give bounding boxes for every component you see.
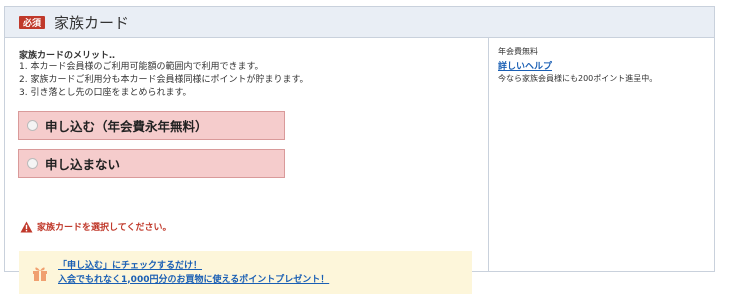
annual-fee-text: 年会費無料 — [498, 47, 538, 56]
radio-icon[interactable] — [27, 158, 38, 169]
decline-option[interactable]: 申し込まない — [18, 149, 285, 178]
merit-item: 3. 引き落とし先の口座をまとめられます。 — [19, 88, 192, 98]
promo-link-points[interactable]: 入会でもれなく1,000円分のお買物に使えるポイントプレゼント！ — [58, 273, 329, 287]
merit-item: 2. 家族カードご利用分も本カード会員様同様にポイントが貯まります。 — [19, 75, 309, 85]
apply-option[interactable]: 申し込む（年会費永年無料） — [18, 111, 285, 140]
radio-icon[interactable] — [27, 120, 38, 131]
section-title: 家族カード — [54, 13, 130, 32]
apply-option-label: 申し込む（年会費永年無料） — [45, 119, 208, 134]
promo-box: 「申し込む」にチェックするだけ！ 入会でもれなく1,000円分のお買物に使えるポ… — [19, 251, 472, 294]
side-column: 年会費無料 詳しいヘルプ 今なら家族会員様にも200ポイント進呈中。 — [489, 38, 714, 271]
decline-option-label: 申し込まない — [45, 157, 121, 172]
family-card-panel: 必須 家族カード 家族カードのメリット‥ 1. 本カード会員様のご利用可能額の範… — [4, 6, 715, 294]
promo-link-check[interactable]: 「申し込む」にチェックするだけ！ — [58, 259, 329, 273]
error-message: 家族カードを選択してください。 — [37, 223, 172, 233]
merits-list: 1. 本カード会員様のご利用可能額の範囲内で利用できます。 2. 家族カードご利… — [19, 61, 309, 100]
help-link[interactable]: 詳しいヘルプ — [498, 59, 552, 72]
warning-icon — [20, 221, 33, 232]
required-badge: 必須 — [19, 15, 45, 29]
merits-title: 家族カードのメリット‥ — [19, 51, 116, 61]
validation-error: 家族カードを選択してください。 — [20, 220, 171, 233]
merit-item: 1. 本カード会員様のご利用可能額の範囲内で利用できます。 — [19, 62, 264, 72]
gift-icon — [33, 267, 47, 281]
panel-header: 必須 家族カード — [5, 7, 714, 38]
campaign-note: 今なら家族会員様にも200ポイント進呈中。 — [498, 74, 658, 83]
promo-text: 「申し込む」にチェックするだけ！ 入会でもれなく1,000円分のお買物に使えるポ… — [58, 259, 329, 287]
main-column: 家族カードのメリット‥ 1. 本カード会員様のご利用可能額の範囲内で利用できます… — [5, 38, 489, 294]
